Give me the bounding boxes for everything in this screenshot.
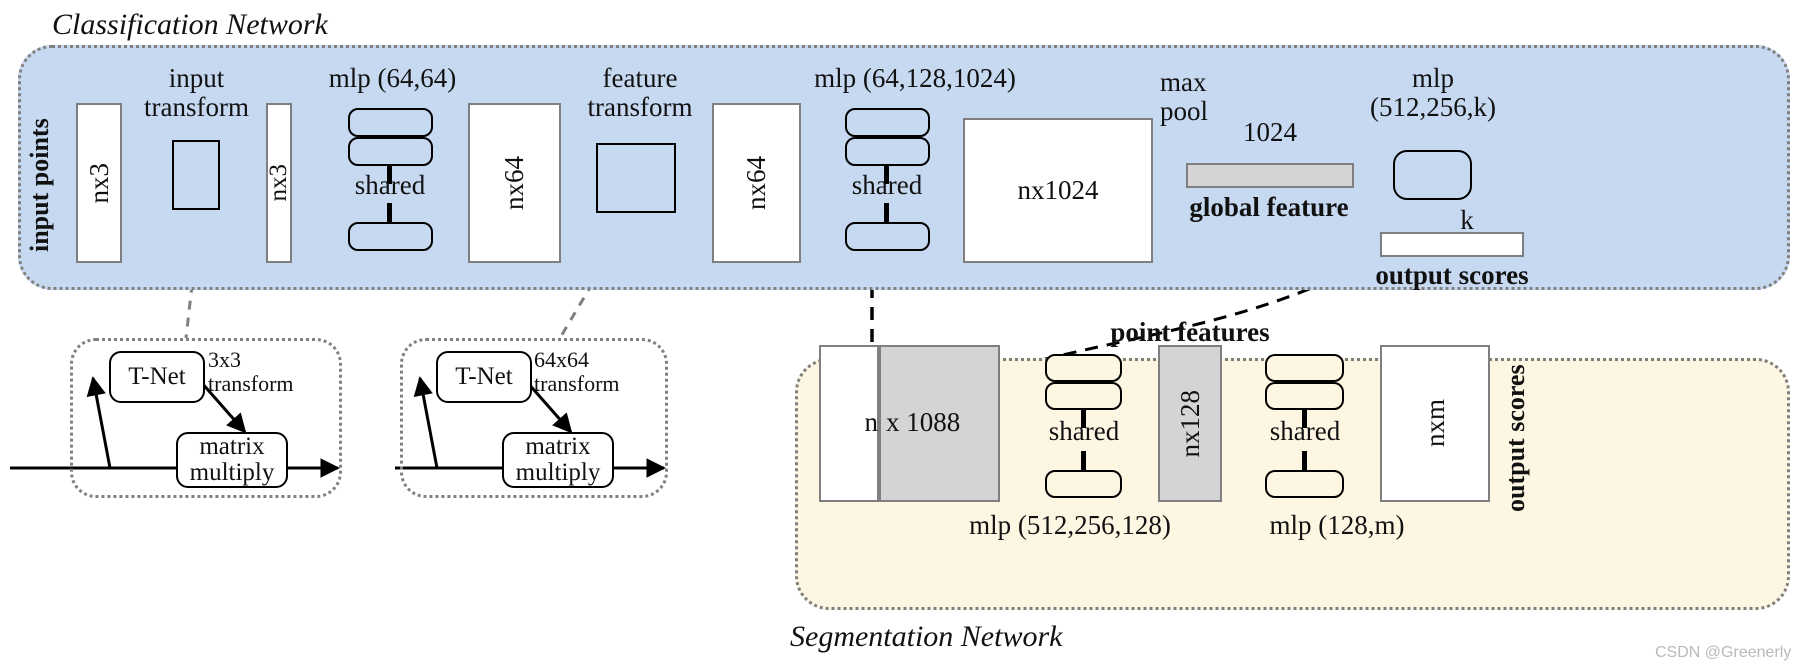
- input-points-label: input points: [25, 118, 54, 252]
- tnet-feature-matrix-line1: matrix: [525, 432, 591, 460]
- mlp-512-256-128-label: mlp (512,256,128): [969, 510, 1171, 540]
- seg-mlp1-layer-pill-3: [1045, 470, 1122, 498]
- input-transform-box: [172, 140, 220, 210]
- seg-mlp1-shared-label: shared: [1048, 416, 1120, 446]
- tnet-feature-transform-size-line1: 64x64: [534, 347, 589, 372]
- feature-transform-caption-line2: transform: [587, 92, 693, 123]
- tnet-feature-matrix-line2: multiply: [515, 459, 601, 486]
- seg-mlp1-layer-pill-2: [1045, 382, 1122, 410]
- mlp2-layer-pill-3: [845, 222, 930, 251]
- pointnet-architecture-diagram: Classification Network input points nx3 …: [0, 0, 1810, 671]
- classification-output-scores-bar: [1380, 232, 1524, 257]
- input-transform-caption-line2: transform: [144, 92, 249, 123]
- concat-dim-label: x 1088: [886, 407, 961, 437]
- tnet-feature-tnet-box: T-Net: [436, 351, 532, 403]
- mlp-512-256-k-line1: mlp: [1411, 63, 1454, 93]
- mlp2-shared-stick-bottom: [884, 203, 889, 222]
- tnet-feature-transform-size-line2: transform: [534, 370, 620, 396]
- max-pool-label: max pool: [1160, 67, 1240, 127]
- point-features-label: point features: [1110, 317, 1270, 347]
- tnet-input-matrix-line2: multiply: [189, 459, 275, 486]
- seg-mlp2-layer-pill-1: [1265, 354, 1344, 382]
- input-transform-caption: input transform: [104, 63, 289, 123]
- global-feature-bar: [1186, 163, 1354, 188]
- feature-tensor-nx64-b-label: nx64: [741, 156, 771, 210]
- tnet-input-tnet-box: T-Net: [109, 351, 205, 403]
- seg-mlp1-shared-stick-bottom: [1081, 451, 1086, 470]
- seg-mlp2-layer-pill-2: [1265, 382, 1344, 410]
- mlp1-shared-stick-bottom: [387, 203, 392, 222]
- mlp2-layer-pill-2: [845, 137, 930, 166]
- tnet-input-transform-size-line2: transform: [208, 370, 294, 396]
- max-pool-label-line2: pool: [1160, 96, 1209, 127]
- tnet-input-transform-size-label: 3x3 transform: [208, 348, 308, 396]
- concat-n-label: n: [864, 407, 879, 437]
- mlp-128-m-label: mlp (128,m): [1269, 510, 1405, 540]
- seg-feature-tensor-nx128-label: nx128: [1174, 389, 1205, 458]
- mlp2-shared-label: shared: [851, 170, 923, 200]
- feature-tensor-nx64-a-box: nx64: [468, 103, 561, 263]
- tnet-input-matrix-line1: matrix: [199, 432, 265, 460]
- mlp1-layer-pill-2: [348, 137, 433, 166]
- mlp1-layer-pill-3: [348, 222, 433, 251]
- k-dim-label: k: [1460, 205, 1474, 235]
- segmentation-output-scores-label: output scores: [1501, 364, 1530, 512]
- mlp-512-256-k-box: [1393, 150, 1472, 200]
- feature-transform-box: [596, 143, 676, 213]
- mlp-512-256-k-line2: (512,256,k): [1370, 92, 1496, 123]
- tnet-input-transform-size-line1: 3x3: [208, 347, 241, 372]
- tnet-input-matrix-multiply-box: matrix multiply: [176, 432, 288, 488]
- mlp-64-128-1024-label: mlp (64,128,1024): [814, 63, 1016, 93]
- tnet-feature-matrix-multiply-box: matrix multiply: [502, 432, 614, 488]
- mlp1-shared-label: shared: [354, 170, 426, 200]
- global-feature-label: global feature: [1189, 192, 1349, 222]
- seg-feature-tensor-nx128-box: nx128: [1158, 345, 1222, 502]
- segmentation-network-caption: Segmentation Network: [790, 620, 1063, 653]
- seg-output-tensor-nxm-label: nxm: [1419, 399, 1450, 448]
- mlp-512-256-k-label: mlp (512,256,k): [1358, 63, 1508, 123]
- mlp2-layer-pill-1: [845, 108, 930, 137]
- classification-network-caption: Classification Network: [52, 8, 328, 41]
- feature-transform-caption-line1: feature: [602, 63, 678, 93]
- feature-transform-caption: feature transform: [560, 63, 720, 123]
- mlp-64-64-label: mlp (64,64): [328, 63, 457, 93]
- global-feature-dim-label: 1024: [1243, 117, 1297, 147]
- seg-output-tensor-nxm-box: nxm: [1380, 345, 1490, 502]
- seg-mlp2-layer-pill-3: [1265, 470, 1344, 498]
- max-pool-label-line1: max: [1160, 67, 1207, 97]
- transformed-tensor-nx3-label: nx3: [265, 164, 292, 202]
- feature-tensor-nx64-b-box: nx64: [712, 103, 801, 263]
- feature-tensor-nx64-a-label: nx64: [499, 156, 529, 210]
- classification-output-scores-label: output scores: [1375, 260, 1529, 290]
- seg-mlp1-layer-pill-1: [1045, 354, 1122, 382]
- tnet-feature-transform-size-label: 64x64 transform: [534, 348, 644, 396]
- feature-tensor-nx1024-box: nx1024: [963, 118, 1153, 263]
- watermark: CSDN @Greenerly: [1655, 644, 1792, 661]
- transformed-tensor-nx3-box: nx3: [265, 103, 292, 263]
- seg-mlp2-shared-stick-bottom: [1302, 451, 1307, 470]
- input-tensor-nx3-label: nx3: [83, 162, 114, 204]
- input-transform-caption-line1: input: [168, 63, 225, 93]
- seg-mlp2-shared-label: shared: [1269, 416, 1341, 446]
- mlp1-layer-pill-1: [348, 108, 433, 137]
- input-tensor-nx3-box: nx3: [76, 103, 122, 263]
